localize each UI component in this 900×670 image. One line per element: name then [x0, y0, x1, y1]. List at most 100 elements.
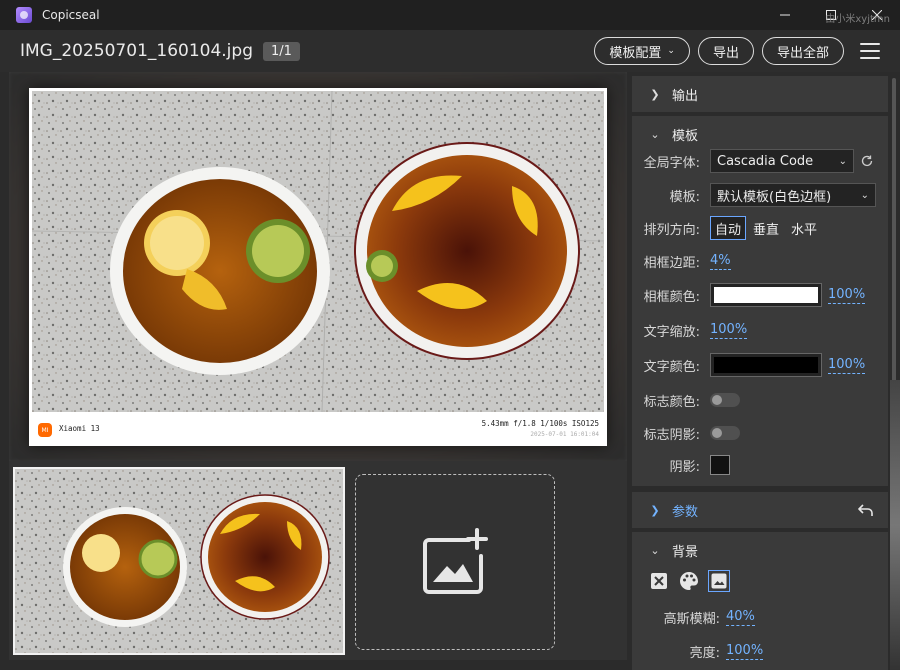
frame-color-label: 相框颜色:: [643, 289, 700, 305]
page-indicator-badge: 1/1: [263, 41, 300, 61]
refresh-icon[interactable]: [860, 154, 874, 168]
frame-margin-row: 相框边距: 4%: [632, 248, 888, 274]
text-color-label: 文字颜色:: [643, 359, 700, 375]
chevron-down-icon: ⌄: [650, 127, 660, 141]
export-label: 导出: [712, 45, 739, 61]
title-bar: Copicseal 由小米xyjtmn: [0, 0, 900, 30]
photo-image: [32, 91, 604, 412]
template-section-header[interactable]: ⌄ 模板: [632, 116, 888, 152]
blur-value[interactable]: 40%: [726, 609, 755, 626]
template-section: ⌄ 模板 全局字体: Cascadia Code ⌄ 模板: 默认模板(白色边框…: [632, 116, 888, 486]
background-section: ⌄ 背景 高斯模糊: 40% 亮度: 100%: [632, 532, 888, 670]
bg-image-option[interactable]: [708, 570, 730, 592]
thumbnail-strip: [9, 461, 627, 660]
output-section: ❯ 输出: [632, 76, 888, 112]
template-config-button[interactable]: 模板配置 ⌄: [594, 37, 690, 65]
close-box-icon: [651, 573, 667, 589]
template-label: 模板:: [669, 189, 700, 205]
export-all-label: 导出全部: [776, 45, 829, 61]
app-title: Copicseal: [42, 8, 100, 22]
logo-color-toggle[interactable]: [710, 393, 740, 407]
direction-option-vertical[interactable]: 垂直: [748, 216, 784, 240]
template-select[interactable]: 默认模板(白色边框) ⌄: [710, 183, 876, 207]
chevron-right-icon: ❯: [650, 503, 660, 517]
datetime-text: 2025-07-01 16:01:04: [530, 431, 599, 438]
text-scale-value[interactable]: 100%: [710, 322, 748, 339]
template-section-title: 模板: [672, 128, 699, 144]
header-actions: 模板配置 ⌄ 导出 导出全部: [594, 37, 880, 65]
params-section: ❯ 参数: [632, 492, 888, 528]
minimize-button[interactable]: [762, 0, 808, 30]
output-section-title: 输出: [672, 88, 699, 104]
text-opacity-value[interactable]: 100%: [828, 357, 866, 374]
text-scale-row: 文字缩放: 100%: [632, 317, 888, 343]
undo-icon[interactable]: [858, 503, 874, 517]
frame-color-row: 相框颜色: 100%: [632, 282, 888, 308]
params-section-header[interactable]: ❯ 参数: [632, 492, 888, 528]
camera-model-text: Xiaomi 13: [59, 424, 100, 433]
background-type-options: [648, 570, 730, 592]
brightness-label: 亮度:: [689, 645, 720, 661]
text-scale-label: 文字缩放:: [643, 324, 700, 340]
thumbnail-item[interactable]: [13, 467, 345, 655]
direction-option-horizontal[interactable]: 水平: [786, 216, 822, 240]
add-image-icon: [423, 528, 488, 594]
blur-label: 高斯模糊:: [663, 611, 720, 627]
palette-icon: [680, 572, 698, 590]
logo-color-label: 标志颜色:: [643, 394, 700, 410]
frame-margin-value[interactable]: 4%: [710, 253, 731, 270]
frame-opacity-value[interactable]: 100%: [828, 287, 866, 304]
global-font-select[interactable]: Cascadia Code ⌄: [710, 149, 854, 173]
chevron-down-icon: ⌄: [860, 189, 869, 201]
watermark-text: 由小米xyjtmn: [825, 14, 890, 25]
direction-option-auto[interactable]: 自动: [710, 216, 747, 240]
logo-color-row: 标志颜色:: [632, 387, 888, 413]
brightness-value[interactable]: 100%: [726, 643, 764, 660]
text-color-picker[interactable]: [710, 353, 822, 377]
template-row: 模板: 默认模板(白色边框) ⌄: [632, 182, 888, 208]
header-bar: IMG_20250701_160104.jpg 1/1 模板配置 ⌄ 导出 导出…: [0, 30, 900, 72]
background-section-header[interactable]: ⌄ 背景: [632, 532, 888, 568]
output-section-header[interactable]: ❯ 输出: [632, 76, 888, 112]
global-font-row: 全局字体: Cascadia Code ⌄: [632, 148, 888, 174]
brightness-row: 亮度: 100%: [632, 638, 888, 664]
app-logo-icon: [16, 7, 32, 23]
file-name: IMG_20250701_160104.jpg: [20, 41, 253, 61]
bg-none-option[interactable]: [648, 570, 670, 592]
frame-color-picker[interactable]: [710, 283, 822, 307]
shadow-label: 阴影:: [669, 459, 700, 475]
minimize-icon: [780, 14, 790, 16]
shadow-color-picker[interactable]: [710, 455, 730, 475]
exif-text: 5.43mm f/1.8 1/100s ISO125: [481, 419, 599, 428]
direction-row: 排列方向: 自动 垂直 水平: [632, 215, 888, 241]
direction-segmented-control: 自动 垂直 水平: [710, 216, 822, 240]
text-color-row: 文字颜色: 100%: [632, 352, 888, 378]
direction-label: 排列方向:: [643, 222, 700, 238]
framed-photo: MI Xiaomi 13 5.43mm f/1.8 1/100s ISO125 …: [29, 88, 607, 446]
background-section-title: 背景: [672, 544, 699, 560]
shadow-row: 阴影:: [632, 452, 888, 478]
logo-shadow-label: 标志阴影:: [643, 427, 700, 443]
logo-shadow-row: 标志阴影:: [632, 420, 888, 446]
add-image-button[interactable]: [355, 474, 555, 650]
chevron-right-icon: ❯: [650, 87, 660, 101]
export-all-button[interactable]: 导出全部: [761, 37, 844, 65]
params-section-title: 参数: [672, 504, 699, 520]
frame-margin-label: 相框边距:: [643, 255, 700, 271]
menu-icon[interactable]: [860, 43, 880, 59]
desktop-background-edge: [890, 380, 900, 670]
logo-shadow-toggle[interactable]: [710, 426, 740, 440]
chevron-down-icon: ⌄: [667, 46, 675, 56]
chevron-down-icon: ⌄: [838, 155, 847, 167]
settings-panel: ❯ 输出 ⌄ 模板 全局字体: Cascadia Code ⌄ 模板: 默认模板…: [627, 72, 900, 670]
global-font-value: Cascadia Code: [717, 153, 814, 169]
bg-color-option[interactable]: [678, 570, 700, 592]
preview-area: MI Xiaomi 13 5.43mm f/1.8 1/100s ISO125 …: [9, 72, 627, 461]
image-icon: [711, 573, 727, 589]
template-config-label: 模板配置: [609, 45, 662, 61]
frame-footer: MI Xiaomi 13 5.43mm f/1.8 1/100s ISO125 …: [29, 412, 607, 446]
export-button[interactable]: 导出: [697, 37, 754, 65]
chevron-down-icon: ⌄: [650, 543, 660, 557]
global-font-label: 全局字体:: [643, 155, 700, 171]
blur-row: 高斯模糊: 40%: [632, 604, 888, 630]
